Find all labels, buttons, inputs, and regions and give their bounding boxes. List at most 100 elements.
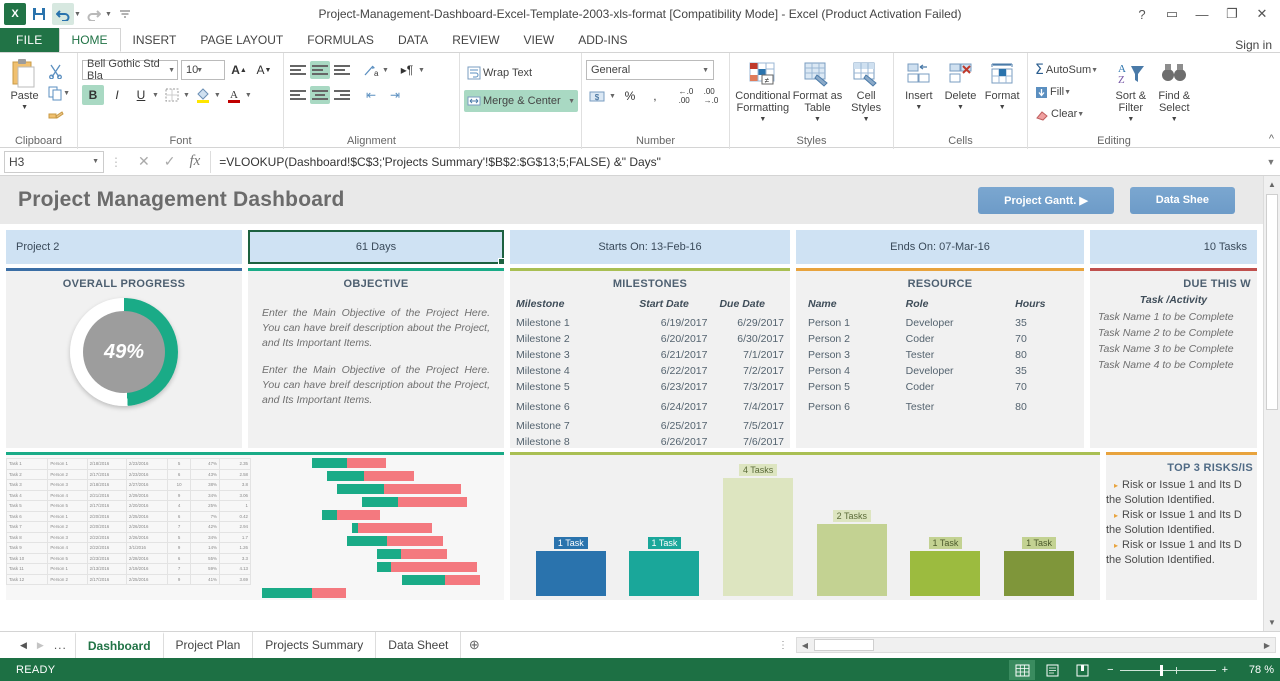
data-sheet-button[interactable]: Data Shee — [1129, 186, 1235, 214]
expand-formula-bar-icon[interactable]: ▼ — [1262, 157, 1280, 167]
collapse-ribbon-icon[interactable]: ^ — [1269, 133, 1274, 145]
sign-in-link[interactable]: Sign in — [1235, 38, 1280, 52]
borders-dropdown-icon[interactable]: ▼ — [183, 92, 190, 99]
comma-style-button[interactable]: , — [644, 86, 666, 106]
kpi-start-date[interactable]: Starts On: 13-Feb-16 — [510, 230, 790, 264]
text-direction-icon[interactable]: ▸¶ — [396, 60, 418, 80]
increase-decimal-icon[interactable]: ←.0.00 — [675, 86, 697, 106]
cell-styles-button[interactable]: Cell Styles ▼ — [843, 56, 889, 126]
sheet-tab-project-plan[interactable]: Project Plan — [164, 632, 254, 658]
wrap-text-button[interactable]: Wrap Text — [464, 62, 535, 84]
merge-center-dropdown-icon[interactable]: ▼ — [568, 98, 575, 105]
tab-formulas[interactable]: FORMULAS — [295, 28, 386, 52]
fill-dropdown-icon[interactable]: ▼ — [1064, 89, 1071, 96]
align-middle-icon[interactable] — [310, 61, 330, 79]
zoom-in-icon[interactable]: + — [1222, 664, 1228, 676]
tab-review[interactable]: REVIEW — [440, 28, 511, 52]
paste-button[interactable]: Paste ▼ — [4, 56, 45, 114]
autosum-dropdown-icon[interactable]: ▼ — [1091, 67, 1098, 74]
font-name-input[interactable]: Bell Gothic Std Bla ▼ — [82, 58, 178, 82]
format-painter-button[interactable] — [45, 104, 73, 126]
cut-button[interactable] — [45, 60, 73, 82]
tab-insert[interactable]: INSERT — [121, 28, 189, 52]
redo-icon[interactable] — [83, 3, 105, 25]
merge-center-button[interactable]: Merge & Center ▼ — [464, 90, 578, 112]
align-bottom-icon[interactable] — [332, 61, 352, 79]
font-color-button[interactable]: A — [223, 85, 245, 105]
horizontal-scrollbar[interactable]: ◀ ▶ — [796, 637, 1276, 653]
zoom-thumb[interactable] — [1159, 664, 1163, 676]
tab-data[interactable]: DATA — [386, 28, 440, 52]
enter-formula-icon[interactable]: ✓ — [164, 153, 176, 170]
accounting-dropdown-icon[interactable]: ▼ — [609, 93, 616, 100]
font-name-dropdown-icon[interactable]: ▼ — [168, 67, 175, 74]
next-sheet-icon[interactable]: ▶ — [37, 640, 44, 651]
fill-button[interactable]: Fill ▼ — [1032, 81, 1101, 103]
align-left-icon[interactable] — [288, 86, 308, 104]
borders-button[interactable] — [161, 85, 183, 105]
project-gantt-button[interactable]: Project Gantt. ▶ — [978, 186, 1114, 214]
scroll-down-icon[interactable]: ▼ — [1264, 614, 1280, 631]
restore-icon[interactable]: ❐ — [1218, 2, 1246, 26]
underline-button[interactable]: U — [130, 85, 152, 105]
tab-page-layout[interactable]: PAGE LAYOUT — [188, 28, 295, 52]
tab-addins[interactable]: ADD-INS — [566, 28, 639, 52]
minimize-icon[interactable]: — — [1188, 2, 1216, 26]
conditional-formatting-button[interactable]: ≠ Conditional Formatting ▼ — [734, 56, 792, 126]
page-break-view-icon[interactable] — [1069, 660, 1095, 680]
scroll-right-icon[interactable]: ▶ — [1259, 641, 1275, 650]
find-select-button[interactable]: Find & Select ▼ — [1153, 56, 1196, 126]
copy-button[interactable]: ▼ — [45, 82, 73, 104]
sheet-tab-projects-summary[interactable]: Projects Summary — [253, 632, 377, 658]
close-icon[interactable]: ✕ — [1248, 2, 1276, 26]
copy-dropdown-icon[interactable]: ▼ — [63, 90, 70, 97]
page-layout-view-icon[interactable] — [1039, 660, 1065, 680]
accounting-format-icon[interactable]: $ — [586, 86, 608, 106]
orientation-dropdown-icon[interactable]: ▼ — [382, 67, 389, 74]
vertical-scrollbar[interactable]: ▲ ▼ — [1263, 176, 1280, 631]
name-box-dropdown-icon[interactable]: ▼ — [92, 158, 99, 165]
font-color-dropdown-icon[interactable]: ▼ — [245, 92, 252, 99]
horizontal-scroll-thumb[interactable] — [814, 639, 874, 651]
clear-dropdown-icon[interactable]: ▼ — [1077, 111, 1084, 118]
zoom-out-icon[interactable]: − — [1107, 664, 1113, 676]
sheet-overflow-icon[interactable]: ... — [54, 638, 67, 652]
decrease-indent-icon[interactable]: ⇤ — [360, 85, 382, 105]
number-format-dropdown-icon[interactable]: ▼ — [702, 67, 709, 74]
help-icon[interactable]: ? — [1128, 2, 1156, 26]
align-top-icon[interactable] — [288, 61, 308, 79]
clear-button[interactable]: Clear ▼ — [1032, 103, 1101, 125]
vertical-scroll-thumb[interactable] — [1266, 194, 1278, 410]
fill-color-dropdown-icon[interactable]: ▼ — [214, 92, 221, 99]
first-sheet-icon[interactable]: ◀ — [20, 640, 27, 651]
save-icon[interactable] — [28, 3, 50, 25]
name-box[interactable]: H3 ▼ — [4, 150, 104, 173]
kpi-task-count[interactable]: 10 Tasks — [1090, 230, 1257, 264]
align-right-icon[interactable] — [332, 86, 352, 104]
font-size-input[interactable]: 10 ▼ — [181, 60, 225, 80]
bold-button[interactable]: B — [82, 85, 104, 105]
cancel-formula-icon[interactable]: ✕ — [138, 153, 150, 170]
redo-dropdown-icon[interactable]: ▼ — [105, 11, 112, 18]
format-cells-button[interactable]: Format ▼ — [981, 56, 1023, 114]
decrease-decimal-icon[interactable]: .00 →.0 — [700, 86, 722, 106]
normal-view-icon[interactable] — [1009, 660, 1036, 680]
scroll-up-icon[interactable]: ▲ — [1264, 176, 1280, 193]
split-handle[interactable]: ⋮ — [772, 640, 796, 651]
italic-button[interactable]: I — [106, 85, 128, 105]
sheet-tab-data-sheet[interactable]: Data Sheet — [376, 632, 462, 658]
sort-filter-button[interactable]: AZ Sort & Filter ▼ — [1109, 56, 1152, 126]
undo-icon[interactable] — [52, 3, 74, 25]
font-size-dropdown-icon[interactable]: ▼ — [196, 67, 203, 74]
insert-cells-button[interactable]: Insert ▼ — [898, 56, 940, 114]
fill-color-button[interactable] — [192, 85, 214, 105]
percent-style-button[interactable]: % — [619, 86, 641, 106]
decrease-font-size-icon[interactable]: A ▼ — [253, 60, 275, 80]
kpi-duration[interactable]: 61 Days — [248, 230, 505, 265]
zoom-track[interactable] — [1119, 664, 1216, 676]
text-direction-dropdown-icon[interactable]: ▼ — [418, 67, 425, 74]
tab-file[interactable]: FILE — [0, 28, 59, 52]
insert-function-icon[interactable]: fx — [189, 153, 200, 170]
delete-cells-button[interactable]: Delete ▼ — [940, 56, 982, 114]
zoom-slider[interactable]: − + — [1099, 664, 1236, 676]
